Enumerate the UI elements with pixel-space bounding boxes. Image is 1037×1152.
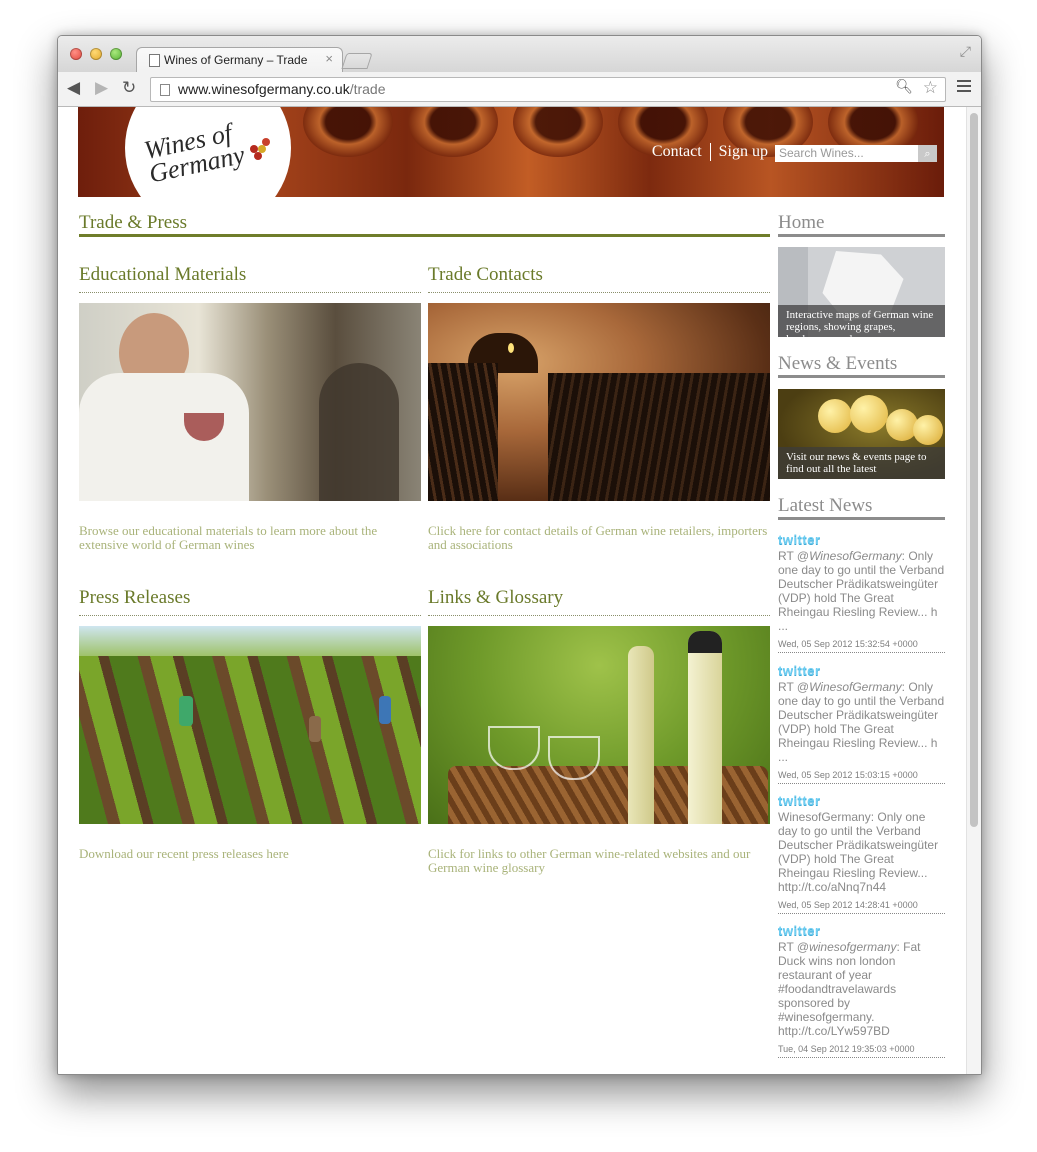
twitter-logo-icon: twitter xyxy=(778,532,821,547)
wine-glass xyxy=(488,726,540,770)
sidebar-title-home[interactable]: Home xyxy=(778,212,824,234)
tweet-text: RT @WinesofGermany: Only one day to go u… xyxy=(778,680,945,764)
bottle-rack xyxy=(548,373,770,501)
home-map-image[interactable]: Interactive maps of German wine regions,… xyxy=(778,247,945,337)
section-title-links-glossary[interactable]: Links & Glossary xyxy=(428,587,563,609)
tweet-text: WinesofGermany: Only one day to go until… xyxy=(778,810,939,894)
tweet-handle-link[interactable]: WinesofGermany xyxy=(809,680,902,694)
section-title-press-releases[interactable]: Press Releases xyxy=(79,587,190,609)
candle-flame xyxy=(508,343,514,353)
tweet-handle-link[interactable]: winesofgermany xyxy=(809,940,896,954)
tweet-item: twitter RT @WinesofGermany: Only one day… xyxy=(778,663,945,784)
tweet-date: Wed, 05 Sep 2012 15:03:15 +0000 xyxy=(778,770,945,784)
taster-shirt xyxy=(79,373,249,501)
search-icon[interactable]: ⌕ xyxy=(918,145,937,162)
page-icon xyxy=(160,84,170,96)
links-glossary-photo[interactable] xyxy=(428,626,770,824)
fullscreen-icon[interactable]: ⤢ xyxy=(960,44,971,60)
tweet-text: RT @WinesofGermany: Only one day to go u… xyxy=(778,549,945,633)
section-desc-links-glossary: Click for links to other German wine-rel… xyxy=(428,846,751,875)
sidebar-divider xyxy=(778,234,945,237)
browser-tab[interactable]: Wines of Germany – Trade × xyxy=(136,47,343,74)
search-input[interactable]: Search Wines... xyxy=(775,145,918,162)
tweet-text: RT @winesofgermany: Fat Duck wins non lo… xyxy=(778,940,921,1038)
section-desc-educational: Browse our educational materials to lear… xyxy=(79,523,378,552)
tweet-date: Wed, 05 Sep 2012 15:32:54 +0000 xyxy=(778,639,945,653)
title-divider xyxy=(79,234,770,237)
section-title-educational[interactable]: Educational Materials xyxy=(79,264,246,286)
tweet-date: Wed, 05 Sep 2012 14:28:41 +0000 xyxy=(778,900,945,914)
sidebar-divider xyxy=(778,517,945,520)
page-viewport: Wines of Germany Contact Sign up Search W… xyxy=(58,107,981,1074)
scrollbar-thumb[interactable] xyxy=(970,113,978,827)
wine-bottle xyxy=(628,646,654,824)
browser-menu-icon[interactable] xyxy=(957,80,971,94)
signup-link[interactable]: Sign up xyxy=(719,143,768,160)
title-bar: Wines of Germany – Trade × ⤢ xyxy=(58,36,981,74)
section-desc-trade-contacts: Click here for contact details of German… xyxy=(428,523,768,552)
educational-photo[interactable] xyxy=(79,303,421,501)
zoom-icon[interactable]: 🔍︎ xyxy=(895,79,913,95)
section-desc-press-releases: Download our recent press releases here xyxy=(79,846,289,861)
zoom-window-button[interactable] xyxy=(110,48,122,60)
grape xyxy=(818,399,852,433)
tab-title: Wines of Germany – Trade xyxy=(164,53,308,67)
bottle-rack-left xyxy=(428,363,498,501)
twitter-logo-icon: twitter xyxy=(778,923,821,938)
browser-window: Wines of Germany – Trade × ⤢ ◀ ▶ ↻ www.w… xyxy=(57,35,982,1075)
nav-divider xyxy=(709,143,711,162)
twitter-logo-icon: twitter xyxy=(778,663,821,678)
section-divider xyxy=(428,292,770,293)
tweet-item: twitter WinesofGermany: Only one day to … xyxy=(778,793,945,914)
twitter-logo-icon: twitter xyxy=(778,793,821,808)
grape xyxy=(913,415,943,445)
section-divider xyxy=(79,292,421,293)
press-releases-photo[interactable] xyxy=(79,626,421,824)
new-tab-button[interactable] xyxy=(341,53,373,69)
grapes-icon xyxy=(250,135,272,163)
header-nav: Contact Sign up xyxy=(652,143,768,162)
home-caption: Interactive maps of German wine regions,… xyxy=(778,305,945,337)
bookmark-star-icon[interactable]: ☆ xyxy=(923,78,938,98)
worker xyxy=(179,696,193,726)
tweet-date: Tue, 04 Sep 2012 19:35:03 +0000 xyxy=(778,1044,945,1058)
tweet-item: twitter RT @WinesofGermany: Only one day… xyxy=(778,532,945,653)
bottle-cap xyxy=(688,631,722,653)
back-arrow-icon[interactable]: ◀ xyxy=(67,78,80,98)
page-title: Trade & Press xyxy=(79,212,188,233)
section-title-trade-contacts[interactable]: Trade Contacts xyxy=(428,264,543,286)
vertical-scrollbar[interactable] xyxy=(966,107,981,1074)
news-caption: Visit our news & events page to find out… xyxy=(778,447,945,479)
section-divider xyxy=(428,615,770,616)
tweet-handle-link[interactable]: WinesofGermany xyxy=(809,549,902,563)
grape xyxy=(850,395,888,433)
browser-toolbar: ◀ ▶ ↻ www.winesofgermany.co.uk/trade 🔍︎ … xyxy=(58,72,981,107)
sidebar-title-news[interactable]: News & Events xyxy=(778,353,897,375)
wine-glass xyxy=(548,736,600,780)
minimize-window-button[interactable] xyxy=(90,48,102,60)
background-person xyxy=(319,363,399,501)
site-header: Wines of Germany Contact Sign up Search W… xyxy=(78,107,944,197)
worker xyxy=(379,696,391,724)
barrel-decoration xyxy=(303,107,393,157)
sidebar-divider xyxy=(778,375,945,378)
worker xyxy=(309,716,321,742)
address-bar[interactable]: www.winesofgermany.co.uk/trade 🔍︎ ☆ xyxy=(150,77,946,102)
reload-icon[interactable]: ↻ xyxy=(122,78,136,98)
trade-contacts-photo[interactable] xyxy=(428,303,770,501)
tweet-item: twitter RT @winesofgermany: Fat Duck win… xyxy=(778,923,945,1058)
close-window-button[interactable] xyxy=(70,48,82,60)
section-divider xyxy=(79,615,421,616)
barrel-decoration xyxy=(513,107,603,157)
sidebar-title-latest-news: Latest News xyxy=(778,495,873,516)
sky xyxy=(79,626,421,656)
barrel-decoration xyxy=(408,107,498,157)
tab-close-icon[interactable]: × xyxy=(325,51,333,66)
forward-arrow-icon[interactable]: ▶ xyxy=(95,78,108,98)
wine-bottle xyxy=(688,631,722,824)
news-grapes-image[interactable]: Visit our news & events page to find out… xyxy=(778,389,945,479)
page-icon xyxy=(149,54,160,67)
contact-link[interactable]: Contact xyxy=(652,143,702,160)
url-text[interactable]: www.winesofgermany.co.uk/trade xyxy=(178,81,386,97)
